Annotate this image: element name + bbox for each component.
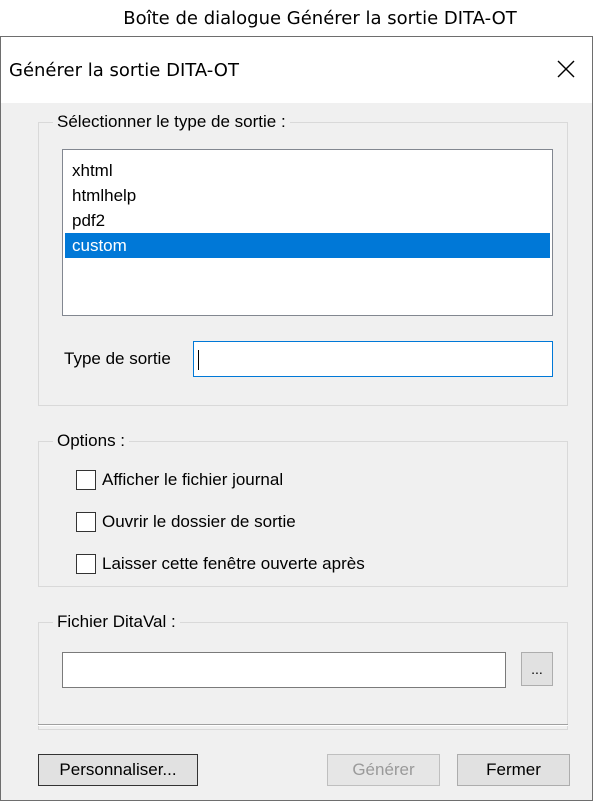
list-item-htmlhelp[interactable]: htmlhelp xyxy=(65,183,550,208)
dialog-window: Générer la sortie DITA-OT Sélectionner l… xyxy=(0,36,593,801)
dialog-title: Générer la sortie DITA-OT xyxy=(9,60,239,81)
output-type-group-label: Sélectionner le type de sortie : xyxy=(53,112,290,132)
close-button[interactable] xyxy=(546,51,586,87)
open-folder-checkbox[interactable] xyxy=(76,512,96,532)
output-type-input[interactable] xyxy=(193,341,553,377)
text-caret xyxy=(198,350,199,370)
title-bar: Générer la sortie DITA-OT xyxy=(1,37,592,103)
close-dialog-button-label: Fermer xyxy=(486,760,541,779)
show-log-label: Afficher le fichier journal xyxy=(102,470,284,489)
browse-button-label: ... xyxy=(531,661,543,677)
list-item-xhtml[interactable]: xhtml xyxy=(65,158,550,183)
output-type-label: Type de sortie xyxy=(64,349,171,368)
show-log-checkbox-row[interactable]: Afficher le fichier journal xyxy=(76,470,283,490)
list-item-custom[interactable]: custom xyxy=(65,233,550,258)
customize-button[interactable]: Personnaliser... xyxy=(38,754,198,786)
keep-open-label: Laisser cette fenêtre ouverte après xyxy=(102,554,365,573)
figure-caption: Boîte de dialogue Générer la sortie DITA… xyxy=(123,8,517,29)
close-dialog-button[interactable]: Fermer xyxy=(457,754,570,786)
list-item-pdf2[interactable]: pdf2 xyxy=(65,208,550,233)
ditaval-file-input[interactable] xyxy=(62,652,506,688)
ditaval-group-label: Fichier DitaVal : xyxy=(53,612,180,632)
open-folder-label: Ouvrir le dossier de sortie xyxy=(102,512,296,531)
show-log-checkbox[interactable] xyxy=(76,470,96,490)
keep-open-checkbox-row[interactable]: Laisser cette fenêtre ouverte après xyxy=(76,554,365,574)
open-folder-checkbox-row[interactable]: Ouvrir le dossier de sortie xyxy=(76,512,296,532)
generate-button[interactable]: Générer xyxy=(327,754,440,786)
output-type-listbox[interactable]: xhtml htmlhelp pdf2 custom xyxy=(62,149,553,316)
customize-button-label: Personnaliser... xyxy=(59,760,177,779)
close-icon xyxy=(557,60,575,78)
generate-button-label: Générer xyxy=(352,760,415,779)
separator-line xyxy=(38,724,568,726)
browse-button[interactable]: ... xyxy=(521,652,553,686)
options-group-label: Options : xyxy=(53,431,130,451)
keep-open-checkbox[interactable] xyxy=(76,554,96,574)
